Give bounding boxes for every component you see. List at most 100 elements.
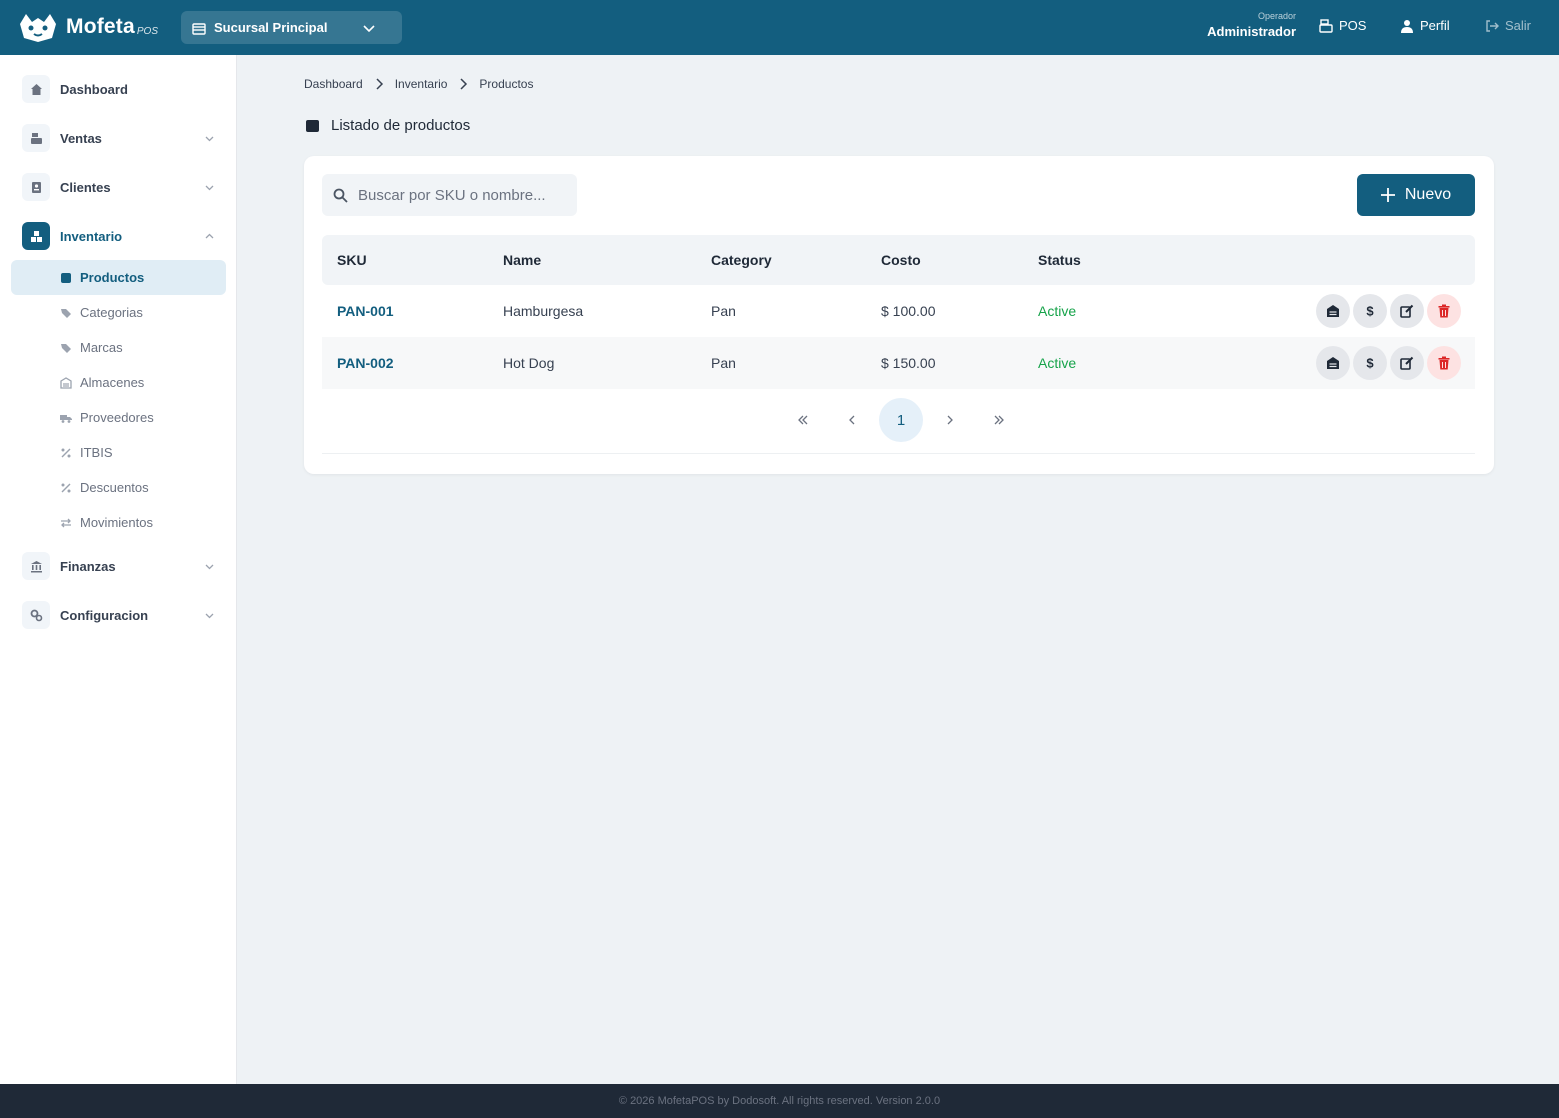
home-icon: [30, 83, 42, 95]
chevron-up-icon: [205, 233, 214, 239]
chevron-down-icon: [205, 185, 214, 191]
warehouse-icon: [1327, 357, 1339, 369]
trash-icon: [1438, 356, 1450, 370]
sidebar-item-label: Dashboard: [60, 81, 128, 97]
search-input[interactable]: [358, 186, 558, 204]
sidebar-subitem-marcas[interactable]: Marcas: [11, 330, 226, 365]
cell-name: Hamburgesa: [503, 303, 584, 319]
delete-button[interactable]: [1427, 294, 1461, 328]
sidebar-item-label: Inventario: [60, 228, 123, 244]
app-name-suffix: POS: [136, 25, 158, 37]
sidebar-item-ventas[interactable]: Ventas: [22, 124, 217, 152]
register-icon: [1319, 18, 1333, 33]
edit-button[interactable]: [1390, 294, 1424, 328]
column-header-category[interactable]: Category: [711, 252, 772, 268]
cell-status: Active: [1038, 303, 1077, 319]
perfil-link[interactable]: Perfil: [1400, 18, 1450, 33]
sidebar-item-label: Configuracion: [60, 607, 149, 623]
bank-icon: [30, 560, 42, 572]
app-name: Mofeta: [66, 15, 135, 38]
pos-link[interactable]: POS: [1319, 18, 1366, 33]
sidebar-item-clientes[interactable]: Clientes: [22, 173, 217, 201]
chevron-down-icon: [205, 136, 214, 142]
branch-selector[interactable]: Sucursal Principal: [181, 11, 402, 44]
sidebar-subitem-label: ITBIS: [80, 445, 113, 460]
breadcrumb-inventario[interactable]: Inventario: [395, 77, 448, 91]
sidebar-item-dashboard[interactable]: Dashboard: [22, 75, 217, 103]
sidebar-subitem-movimientos[interactable]: Movimientos: [11, 505, 226, 540]
cell-status: Active: [1038, 355, 1077, 371]
sidebar-subitem-label: Marcas: [80, 340, 123, 355]
brand[interactable]: Mofeta POS: [16, 10, 158, 44]
sidebar-item-finanzas[interactable]: Finanzas: [22, 552, 217, 580]
sidebar-subitem-label: Descuentos: [80, 480, 149, 495]
search-box: [322, 174, 577, 216]
price-button[interactable]: $: [1353, 346, 1387, 380]
sidebar-subitem-proveedores[interactable]: Proveedores: [11, 400, 226, 435]
cell-category: Pan: [711, 355, 736, 371]
page-button-current[interactable]: 1: [879, 398, 923, 442]
sidebar-subitem-label: Productos: [80, 270, 145, 285]
sidebar-subitem-descuentos[interactable]: Descuentos: [11, 470, 226, 505]
stock-button[interactable]: [1316, 294, 1350, 328]
row-actions: $: [1313, 294, 1461, 328]
contact-icon: [31, 181, 41, 193]
chevron-down-icon: [363, 25, 375, 33]
tags-icon: [61, 343, 71, 353]
column-header-status[interactable]: Status: [1038, 252, 1081, 268]
edit-button[interactable]: [1390, 346, 1424, 380]
last-page-button[interactable]: [977, 398, 1021, 442]
first-page-button[interactable]: [781, 398, 825, 442]
salir-link[interactable]: Salir: [1485, 18, 1531, 33]
cell-name: Hot Dog: [503, 355, 555, 371]
page-title: Listado de productos: [306, 117, 470, 134]
perfil-link-label: Perfil: [1420, 18, 1450, 33]
user-icon: [1401, 19, 1413, 33]
stock-button[interactable]: [1316, 346, 1350, 380]
column-header-name[interactable]: Name: [503, 252, 541, 268]
top-bar: Mofeta POS Sucursal Principal Operador A…: [0, 0, 1559, 55]
salir-link-label: Salir: [1505, 18, 1532, 33]
warehouse-icon: [1327, 305, 1339, 317]
sidebar-subitem-productos[interactable]: Productos: [11, 260, 226, 295]
truck-icon: [60, 414, 72, 423]
gears-icon: [30, 609, 42, 621]
cell-sku[interactable]: PAN-001: [337, 303, 394, 319]
sidebar-item-inventario[interactable]: Inventario: [22, 222, 217, 250]
cell-cost: $ 100.00: [881, 303, 936, 319]
new-product-button[interactable]: Nuevo: [1357, 174, 1475, 216]
trash-icon: [1438, 304, 1450, 318]
svg-text:$: $: [1366, 304, 1374, 318]
sidebar-subitem-almacenes[interactable]: Almacenes: [11, 365, 226, 400]
table-header: SKU Name Category Costo Status: [322, 235, 1475, 285]
delete-button[interactable]: [1427, 346, 1461, 380]
chevron-down-icon: [205, 564, 214, 570]
row-actions: $: [1313, 346, 1461, 380]
column-header-sku[interactable]: SKU: [337, 252, 367, 268]
prev-page-button[interactable]: [830, 398, 874, 442]
column-header-cost[interactable]: Costo: [881, 252, 921, 268]
sidebar-item-label: Finanzas: [60, 558, 116, 574]
percent-icon: [61, 448, 71, 457]
sidebar-item-configuracion[interactable]: Configuracion: [22, 601, 217, 629]
price-button[interactable]: $: [1353, 294, 1387, 328]
cell-category: Pan: [711, 303, 736, 319]
boxes-icon: [30, 230, 42, 242]
chevron-right-icon: [376, 78, 383, 90]
sidebar-subitem-itbis[interactable]: ITBIS: [11, 435, 226, 470]
edit-icon: [1400, 304, 1414, 318]
page-title-text: Listado de productos: [331, 117, 471, 134]
skunk-logo-icon: [20, 14, 56, 42]
breadcrumb-dashboard[interactable]: Dashboard: [304, 77, 363, 91]
sidebar-subitem-categorias[interactable]: Categorias: [11, 295, 226, 330]
sidebar-subitem-label: Almacenes: [80, 375, 145, 390]
sidebar-subitem-label: Movimientos: [80, 515, 153, 530]
sidebar-subitem-label: Proveedores: [80, 410, 154, 425]
warehouse-icon: [60, 376, 72, 389]
svg-text:$: $: [1366, 356, 1374, 370]
chevrons-right-icon: [994, 415, 1004, 425]
cell-sku[interactable]: PAN-002: [337, 355, 394, 371]
box-icon: [61, 272, 71, 283]
next-page-button[interactable]: [928, 398, 972, 442]
footer: © 2026 MofetaPOS by Dodosoft. All rights…: [0, 1084, 1559, 1118]
